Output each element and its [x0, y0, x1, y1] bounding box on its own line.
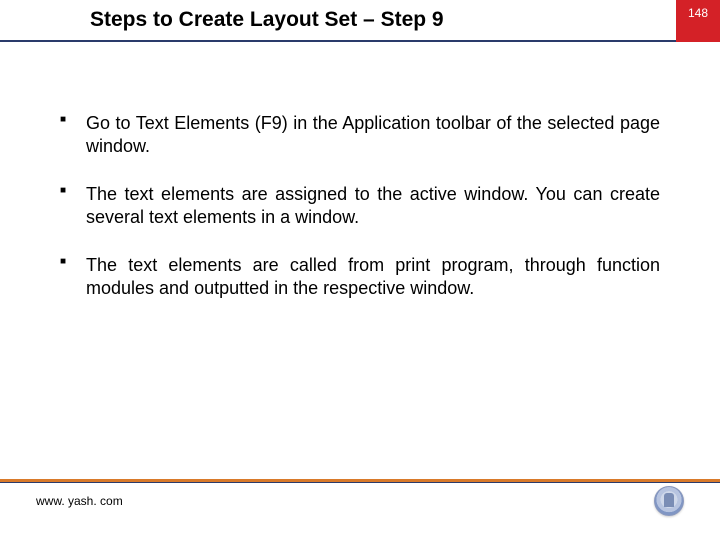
footer-url: www. yash. com	[36, 494, 123, 508]
slide-header: Steps to Create Layout Set – Step 9 148	[0, 0, 720, 42]
page-number-badge: 148	[676, 0, 720, 42]
slide-footer: www. yash. com	[0, 486, 720, 516]
slide-title: Steps to Create Layout Set – Step 9	[90, 8, 444, 32]
bullet-list: Go to Text Elements (F9) in the Applicat…	[60, 112, 660, 299]
company-logo-icon	[654, 486, 684, 516]
list-item: The text elements are assigned to the ac…	[60, 183, 660, 228]
page-number: 148	[688, 6, 708, 20]
slide-body: Go to Text Elements (F9) in the Applicat…	[0, 42, 720, 299]
list-item: The text elements are called from print …	[60, 254, 660, 299]
footer-divider	[0, 479, 720, 482]
title-area: Steps to Create Layout Set – Step 9	[0, 0, 676, 42]
slide: Steps to Create Layout Set – Step 9 148 …	[0, 0, 720, 540]
list-item: Go to Text Elements (F9) in the Applicat…	[60, 112, 660, 157]
